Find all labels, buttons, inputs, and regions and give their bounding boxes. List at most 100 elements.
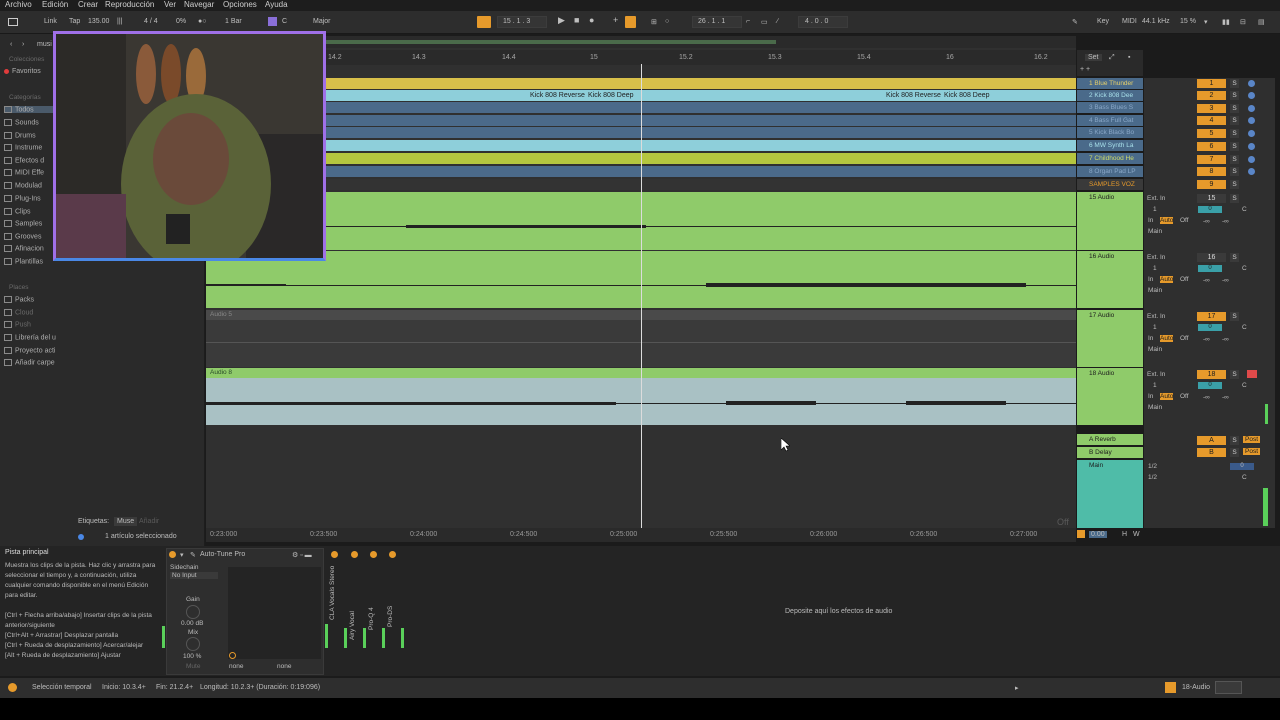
track-number[interactable]: 3 [1197,104,1226,113]
track-number[interactable]: 6 [1197,142,1226,151]
send-a-field[interactable]: -∞ [1203,218,1210,225]
return-letter[interactable]: B [1197,448,1226,457]
tap-button[interactable]: Tap [69,18,80,25]
input-type-select[interactable]: Ext. In [1147,195,1165,202]
record-icon[interactable]: ● [589,15,594,25]
browser-toggle-icon[interactable] [8,18,18,26]
track-number[interactable]: 16 [1197,253,1226,262]
overview-strip[interactable] [326,36,1076,48]
tempo-field[interactable]: 135.00 [88,18,109,25]
browser-category-templates[interactable]: Plantillas [4,258,43,265]
browser-category-sounds[interactable]: Sounds [4,119,39,126]
add-tag-button[interactable]: Añadir [139,518,159,525]
loop-start-field[interactable]: 26 . 1 . 1 [698,18,725,25]
midi-map-button[interactable]: MIDI [1122,18,1137,25]
draw-mode-icon[interactable]: ✎ [1072,18,1078,26]
send-a-field[interactable]: -∞ [1203,394,1210,401]
expand-icon[interactable]: ⤢ [1109,54,1115,62]
browser-category-modulators[interactable]: Modulad [4,182,42,189]
track-number[interactable]: 2 [1197,91,1226,100]
zoom-icon[interactable] [1077,530,1085,538]
key-map-button[interactable]: Key [1097,18,1109,25]
menu-edicion[interactable]: Edición [42,0,68,9]
track-header-3[interactable]: 3 Bass Blues S [1077,102,1143,113]
zoom-field[interactable]: 0.00 [1089,531,1107,538]
menu-ver[interactable]: Ver [164,0,176,9]
browser-category-instruments[interactable]: Instrume [4,144,42,151]
nudge-icon[interactable]: ||| [117,18,122,25]
beat-ruler[interactable]: 14.2 14.3 14.4 15 15.2 15.3 15.4 16 16.2 [206,50,1076,65]
track-header-18[interactable]: 18 Audio [1077,368,1143,425]
quantize-select[interactable]: 1 Bar [225,18,242,25]
loop-length-field[interactable]: 4 . 0 . 0 [805,18,828,25]
solo-button[interactable]: S [1230,253,1239,262]
mix-value[interactable]: 100 % [183,653,201,660]
punch-in-icon[interactable]: ⌐ [746,18,750,25]
track-number[interactable]: 5 [1197,129,1226,138]
track-number[interactable]: 17 [1197,312,1226,321]
back-icon[interactable]: ‹ [10,41,12,48]
gain-knob[interactable] [186,605,200,619]
browser-category-drums[interactable]: Drums [4,132,36,139]
fold-h-button[interactable]: H [1122,531,1127,538]
main-output-select[interactable]: 1/2 [1148,463,1157,470]
main-pan-field[interactable]: C [1242,474,1247,481]
monitor-auto-button[interactable]: Auto [1160,393,1174,400]
metronome-icon[interactable]: ●○ [198,18,206,25]
solo-button[interactable]: S [1230,180,1239,189]
solo-button[interactable]: S [1230,116,1239,125]
browser-place-user-library[interactable]: Librería del u [4,334,56,341]
send-b-field[interactable]: -∞ [1222,394,1229,401]
post-button[interactable]: Post [1243,448,1261,455]
clip-kick-deep[interactable]: Kick 808 Deep [944,92,990,99]
loop-toggle-icon[interactable]: ○ [665,18,669,25]
forward-icon[interactable]: › [22,41,24,48]
chain-device-prods[interactable]: Pro-DS [387,606,394,627]
arm-icon[interactable] [1248,130,1255,137]
browser-category-midi-effects[interactable]: MIDI Effe [4,169,44,176]
send-b-field[interactable]: -∞ [1222,218,1229,225]
monitor-in-button[interactable]: In [1148,335,1153,342]
menu-archivo[interactable]: Archivo [5,0,32,9]
output-select[interactable]: Main [1148,287,1162,294]
device-fold-icon[interactable]: ▾ [180,551,184,559]
solo-button[interactable]: S [1230,436,1239,445]
output-select[interactable]: Main [1148,228,1162,235]
send-a-field[interactable]: -∞ [1203,336,1210,343]
play-icon[interactable]: ▶ [558,15,565,26]
track-number[interactable]: 4 [1197,116,1226,125]
volume-field[interactable]: 0 [1198,324,1222,331]
arm-icon[interactable] [1248,143,1255,150]
track-header-17[interactable]: 17 Audio [1077,310,1143,367]
main-output-select[interactable]: 1/2 [1148,474,1157,481]
device-title[interactable]: Auto-Tune Pro [200,551,245,558]
track-header-1[interactable]: 1 Blue Thunder [1077,78,1143,89]
volume-field[interactable]: 0 [1198,382,1222,389]
mix-knob[interactable] [186,637,200,651]
key-select[interactable]: C [282,18,287,25]
track-number[interactable]: 9 [1197,180,1226,189]
menu-navegar[interactable]: Navegar [184,0,214,9]
follow-button[interactable] [477,16,491,28]
chain-device-airy[interactable]: Airy Vocal [349,611,356,640]
pan-field[interactable]: C [1242,382,1247,389]
menu-reproduccion[interactable]: Reproducción [105,0,154,9]
track-header-2[interactable]: 2 Kick 808 Dee [1077,90,1143,101]
preview-icon[interactable] [78,534,84,540]
mixer-icon[interactable]: ⊟ [1240,18,1246,26]
chain-power-icon[interactable] [331,551,338,558]
set-button[interactable]: Set [1085,54,1102,61]
clip-kick-deep[interactable]: Kick 808 Deep [588,92,634,99]
add-track-icon[interactable]: + + [1080,66,1090,73]
output-select[interactable]: Main [1148,404,1162,411]
view-toggle-button[interactable] [1215,681,1242,694]
monitor-auto-button[interactable]: Auto [1160,217,1174,224]
browser-place-cloud[interactable]: Cloud [4,309,33,316]
clip-audio-8[interactable]: Audio 8 [210,369,232,376]
play-selection-icon[interactable]: ▸ [1015,684,1019,692]
sidechain-input-select[interactable]: No Input [170,572,218,579]
send-a-field[interactable]: -∞ [1203,277,1210,284]
send-b-field[interactable]: -∞ [1222,336,1229,343]
input-channel-select[interactable]: 1 [1153,265,1157,272]
post-button[interactable]: Post [1243,436,1261,443]
